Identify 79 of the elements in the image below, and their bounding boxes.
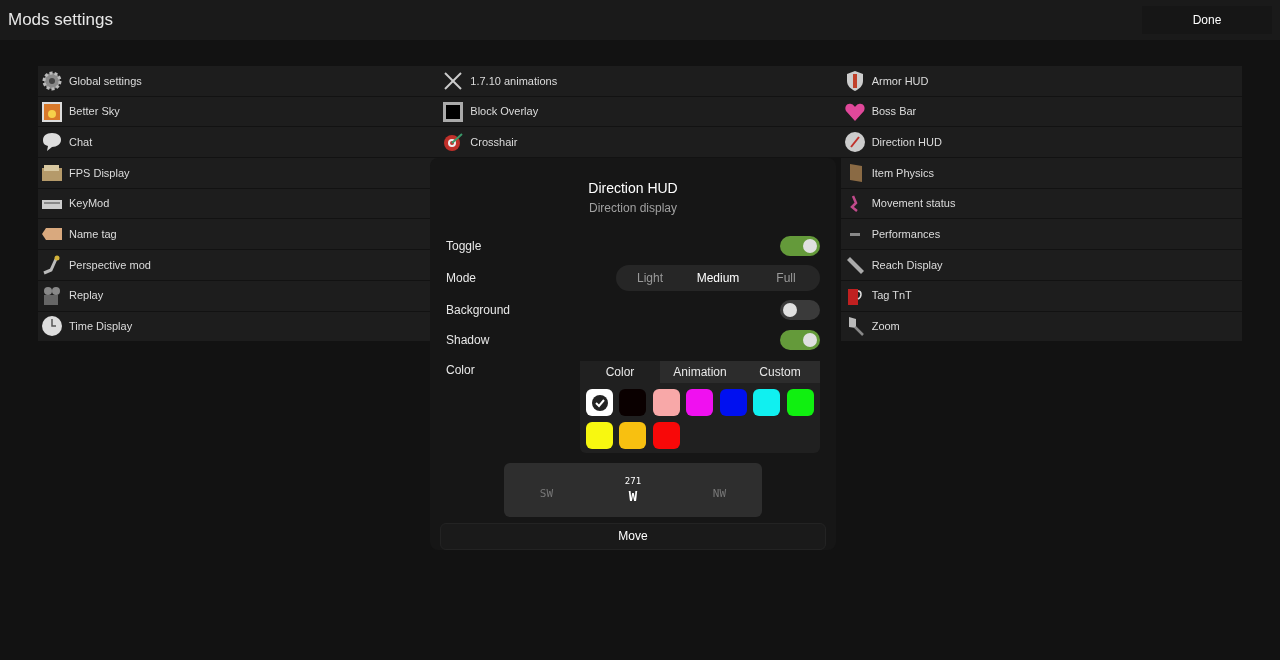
mod-row[interactable]: 1.7.10 animations	[439, 66, 841, 96]
mod-row[interactable]: Tag TnT	[840, 280, 1242, 311]
mod-name: Block Overlay	[470, 104, 539, 120]
mod-name: Global settings	[69, 73, 142, 89]
mod-name: Replay	[69, 288, 104, 304]
setting-label: Background	[446, 302, 511, 319]
sunset-icon	[41, 100, 63, 123]
mod-row[interactable]: Crosshair	[439, 127, 841, 158]
mod-name: 1.7.10 animations	[470, 73, 558, 89]
setting-label: Mode	[446, 270, 477, 287]
mod-name: Performances	[871, 227, 941, 243]
heading-degrees: 271	[624, 475, 642, 489]
mod-name: Zoom	[871, 319, 900, 335]
mod-name: Better Sky	[69, 104, 120, 120]
toggle-switch[interactable]	[780, 300, 820, 320]
target-icon	[442, 131, 465, 154]
mod-row[interactable]: Performances	[840, 219, 1242, 250]
check-icon	[590, 393, 609, 412]
dialog-subtitle: Direction display	[587, 200, 678, 217]
toggle-switch[interactable]	[780, 330, 820, 350]
color-swatch[interactable]	[719, 389, 747, 416]
clock-icon	[41, 315, 63, 338]
mod-row[interactable]: Zoom	[840, 311, 1242, 342]
color-tab[interactable]: Animation	[660, 361, 740, 383]
color-swatch[interactable]	[652, 422, 680, 449]
mod-name: Boss Bar	[871, 104, 917, 120]
color-swatch[interactable]	[786, 389, 814, 416]
mod-name: Tag TnT	[871, 288, 912, 304]
mod-name: Chat	[69, 134, 93, 150]
mod-row[interactable]: Better Sky	[38, 96, 440, 127]
mod-name: Movement status	[871, 196, 956, 212]
toggle-switch[interactable]	[780, 236, 820, 256]
square-icon	[442, 100, 465, 123]
color-swatch[interactable]	[753, 389, 781, 416]
mode-option[interactable]: Light	[616, 265, 684, 291]
mod-name: Perspective mod	[69, 257, 151, 273]
mod-row[interactable]: Block Overlay	[439, 96, 841, 127]
direction-label: W	[628, 488, 638, 503]
color-swatch[interactable]	[586, 422, 613, 449]
gear-icon	[41, 69, 63, 92]
camera-icon	[41, 284, 63, 307]
page-title: Mods settings	[8, 9, 113, 32]
mod-row[interactable]: Item Physics	[840, 158, 1242, 188]
mod-name: Item Physics	[871, 165, 934, 181]
mod-name: Time Display	[69, 319, 133, 335]
compass-icon	[843, 131, 866, 154]
direction-label: NW	[712, 486, 727, 503]
mod-name: Reach Display	[871, 257, 943, 273]
mod-row[interactable]: Armor HUD	[840, 66, 1242, 96]
mod-row[interactable]: Chat	[38, 127, 440, 158]
mod-row[interactable]: Boss Bar	[840, 96, 1242, 127]
speech-bubble-icon	[41, 131, 63, 154]
dash-icon	[849, 232, 860, 236]
mod-name: KeyMod	[69, 196, 110, 212]
color-swatch[interactable]	[619, 389, 647, 416]
mode-option[interactable]: Medium	[684, 265, 752, 291]
mod-row[interactable]: Direction HUD	[840, 127, 1242, 158]
mod-name: Armor HUD	[871, 73, 929, 89]
mode-option[interactable]: Full	[752, 265, 820, 291]
color-swatch[interactable]	[652, 389, 680, 416]
mod-row[interactable]: Reach Display	[840, 250, 1242, 280]
mod-row[interactable]: Movement status	[840, 188, 1242, 219]
setting-label: Toggle	[446, 238, 482, 255]
mod-name: Crosshair	[470, 134, 518, 150]
mod-name: Name tag	[69, 227, 117, 243]
color-swatch[interactable]	[586, 389, 613, 416]
done-button[interactable]: Done	[1142, 6, 1272, 34]
setting-label: Shadow	[446, 332, 490, 349]
dialog-title: Direction HUD	[587, 179, 679, 198]
move-button[interactable]: Move	[440, 522, 826, 550]
color-tab[interactable]: Custom	[740, 361, 820, 383]
color-swatch[interactable]	[686, 389, 714, 416]
mod-name: Direction HUD	[871, 134, 942, 150]
swords-icon	[442, 69, 465, 92]
color-swatch[interactable]	[619, 422, 647, 449]
direction-label: SW	[539, 486, 554, 503]
mod-name: FPS Display	[69, 165, 130, 181]
mod-row[interactable]: Global settings	[38, 66, 440, 96]
setting-label: Color	[446, 362, 475, 379]
